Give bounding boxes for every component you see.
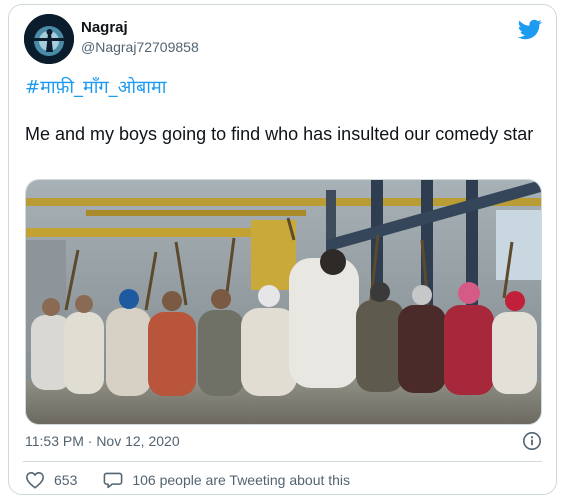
like-button[interactable]: 653 [25,471,77,489]
heart-icon [26,472,44,489]
twitter-bird-icon[interactable] [517,17,542,41]
tweet-image[interactable] [25,179,542,425]
hashtag-link[interactable]: #माफ़ी_माँग_ओबामा [25,75,166,99]
like-count: 653 [54,472,78,488]
author-name[interactable]: Nagraj [81,19,128,36]
author-handle[interactable]: @Nagraj72709858 [81,39,199,55]
tweet-text: Me and my boys going to find who has ins… [25,124,534,144]
info-icon[interactable] [522,431,542,451]
avatar[interactable] [24,14,74,64]
tweet-timestamp[interactable]: 11:53 PM · Nov 12, 2020 [25,433,180,449]
tweet-actions: 653 106 people are Tweeting about this [25,471,376,489]
divider [23,461,542,462]
conversation-link[interactable]: 106 people are Tweeting about this [103,471,350,489]
speech-bubble-icon [103,472,123,489]
conversation-text: 106 people are Tweeting about this [132,472,351,488]
tweet-card[interactable]: Nagraj @Nagraj72709858 #माफ़ी_माँग_ओबामा… [8,4,557,495]
